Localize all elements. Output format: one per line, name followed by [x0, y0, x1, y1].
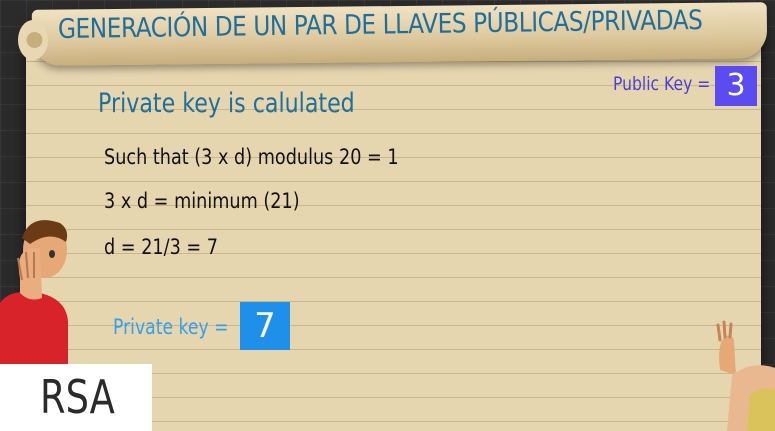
- rsa-logo-text: RSA: [40, 370, 115, 424]
- character-left-illustration: [0, 220, 69, 368]
- equation-line-3: d = 21/3 = 7: [104, 235, 219, 259]
- private-key-label: Private key =: [113, 315, 229, 339]
- scroll-end-left: [18, 20, 48, 60]
- private-key-value: 7: [240, 302, 290, 350]
- public-key-label: Public Key =: [613, 73, 711, 95]
- slide-subtitle: Private key is calulated: [98, 88, 355, 119]
- public-key-value: 3: [715, 66, 757, 106]
- slide-heading: GENERACIÓN DE UN PAR DE LLAVES PÚBLICAS/…: [57, 5, 703, 45]
- equation-line-1: Such that (3 x d) modulus 20 = 1: [104, 145, 399, 169]
- character-right-illustration: [716, 320, 775, 431]
- equation-line-2: 3 x d = minimum (21): [104, 189, 300, 213]
